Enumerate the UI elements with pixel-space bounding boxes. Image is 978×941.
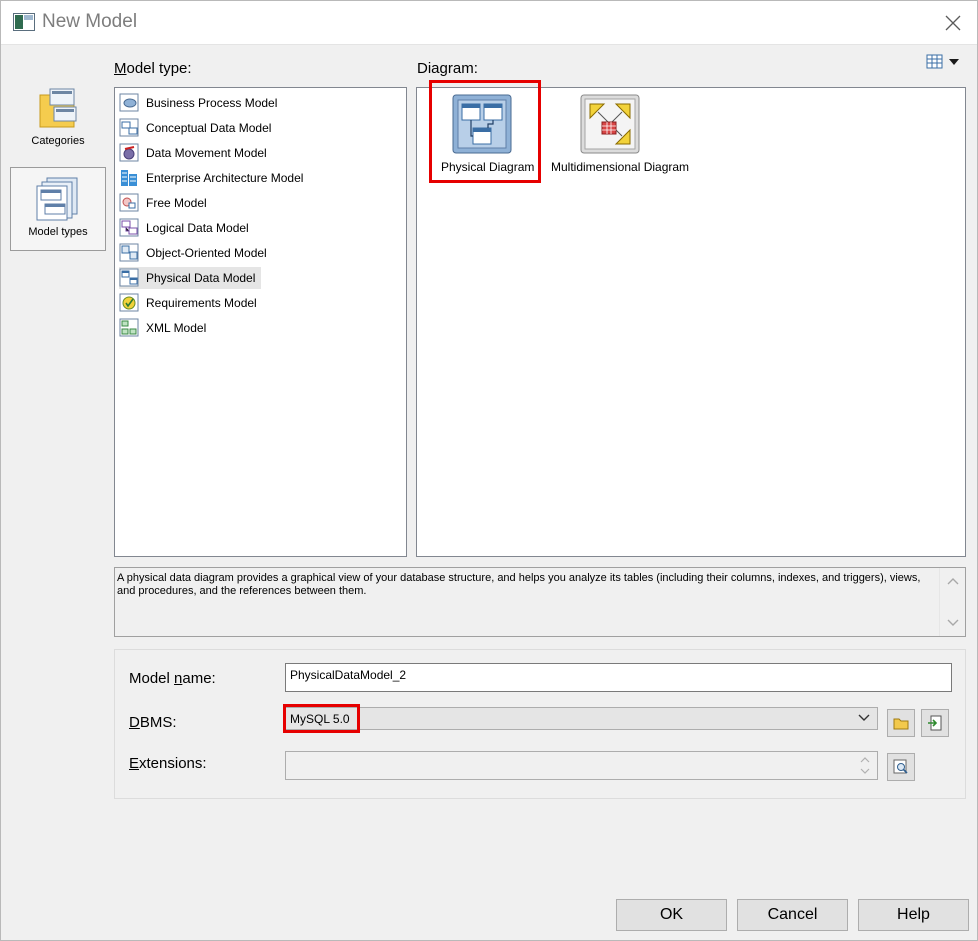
object-oriented-icon [119,243,139,262]
dropdown-arrow-icon [949,59,959,65]
label-part: xtensions: [139,755,207,772]
logical-data-icon [119,218,139,237]
model-name-input[interactable]: PhysicalDataModel_2 [285,663,952,692]
label-mnemonic: g [439,60,448,77]
ok-button[interactable]: OK [616,899,727,931]
scroll-up-icon[interactable] [946,576,960,586]
label-part: BMS: [139,714,177,731]
list-item-label: Object-Oriented Model [146,246,267,260]
label-part: ram: [447,60,478,77]
folder-open-icon [893,718,909,730]
list-item-physical-data-model[interactable]: Physical Data Model [119,267,262,289]
magnifier-icon [893,759,908,774]
category-label: Categories [31,135,85,147]
dbms-label: DBMS: [129,714,177,731]
list-item-label: Requirements Model [146,296,257,310]
multidimensional-diagram-icon [580,94,640,154]
list-item-free-model[interactable]: Free Model [119,192,213,214]
label-mnemonic: D [129,714,140,731]
list-item-label: Business Process Model [146,96,278,110]
business-process-icon [119,93,139,112]
label-mnemonic: M [114,60,127,77]
chevron-down-icon [858,714,870,721]
spinner-icon[interactable] [855,754,875,777]
title-bar: New Model [1,1,977,45]
dbms-selected-value: MySQL 5.0 [290,712,350,726]
folder-icon [39,88,77,128]
model-name-label: Model name: [129,670,216,687]
diagram-list[interactable]: Physical Diagram Multidimensional Diagra… [416,87,966,557]
free-model-icon [119,193,139,212]
list-item-label: Data Movement Model [146,146,267,160]
extensions-select-button[interactable] [887,753,915,781]
list-item-object-oriented-model[interactable]: Object-Oriented Model [119,242,273,264]
label-part: Model [129,670,175,687]
list-item-label: XML Model [146,321,207,335]
physical-data-icon [119,268,139,287]
list-item-requirements-model[interactable]: Requirements Model [119,292,263,314]
list-view-icon [926,54,943,69]
requirements-icon [119,293,139,312]
close-icon [945,15,961,31]
model-types-icon [36,177,78,221]
import-icon [928,715,942,731]
view-mode-button[interactable] [926,53,962,71]
list-item-xml-model[interactable]: XML Model [119,317,212,339]
category-label: Model types [28,226,88,238]
cancel-button[interactable]: Cancel [737,899,848,931]
window-title: New Model [42,11,138,32]
category-categories[interactable]: Categories [10,77,106,161]
xml-model-icon [119,318,139,337]
description-text: A physical data diagram provides a graph… [117,572,921,597]
enterprise-architecture-icon [121,170,137,186]
physical-diagram-icon [452,94,512,154]
data-movement-icon [119,143,139,162]
diagram-item-label: Multidimensional Diagram [551,160,690,174]
description-scrollbar[interactable] [939,568,965,636]
list-item-label: Physical Data Model [146,271,256,285]
label-mnemonic: E [129,755,140,772]
list-item-logical-data-model[interactable]: Logical Data Model [119,217,255,239]
dbms-import-button[interactable] [921,709,949,737]
label-part: ame: [182,670,216,687]
label-part: Dia [417,60,440,77]
help-button[interactable]: Help [858,899,969,931]
diagram-item-label: Physical Diagram [441,160,535,174]
dbms-select[interactable]: MySQL 5.0 [285,707,878,730]
category-model-types[interactable]: Model types [10,167,106,251]
description-box: A physical data diagram provides a graph… [114,567,966,637]
list-item-business-process-model[interactable]: Business Process Model [119,92,283,114]
list-item-label: Logical Data Model [146,221,249,235]
model-type-label: Model type: [114,60,192,77]
dbms-browse-button[interactable] [887,709,915,737]
diagram-item-multidimensional-diagram[interactable]: Multidimensional Diagram [551,92,689,174]
list-item-label: Conceptual Data Model [146,121,272,135]
model-type-list[interactable]: Business Process Model Conceptual Data M… [114,87,407,557]
diagram-item-physical-diagram[interactable]: Physical Diagram [431,92,535,174]
list-item-enterprise-architecture-model[interactable]: Enterprise Architecture Model [119,167,309,189]
list-item-label: Enterprise Architecture Model [146,171,304,185]
scroll-down-icon[interactable] [946,618,960,628]
diagram-label: Diagram: [417,60,478,77]
new-model-dialog: New Model Categories Model types Model t… [0,0,978,941]
extensions-field[interactable] [285,751,878,780]
list-item-conceptual-data-model[interactable]: Conceptual Data Model [119,117,277,139]
extensions-label: Extensions: [129,755,207,772]
list-item-data-movement-model[interactable]: Data Movement Model [119,142,273,164]
app-icon [13,13,35,31]
conceptual-data-icon [119,118,139,137]
list-item-label: Free Model [146,196,207,210]
close-button[interactable] [936,7,970,39]
label-part: odel type: [126,60,192,77]
